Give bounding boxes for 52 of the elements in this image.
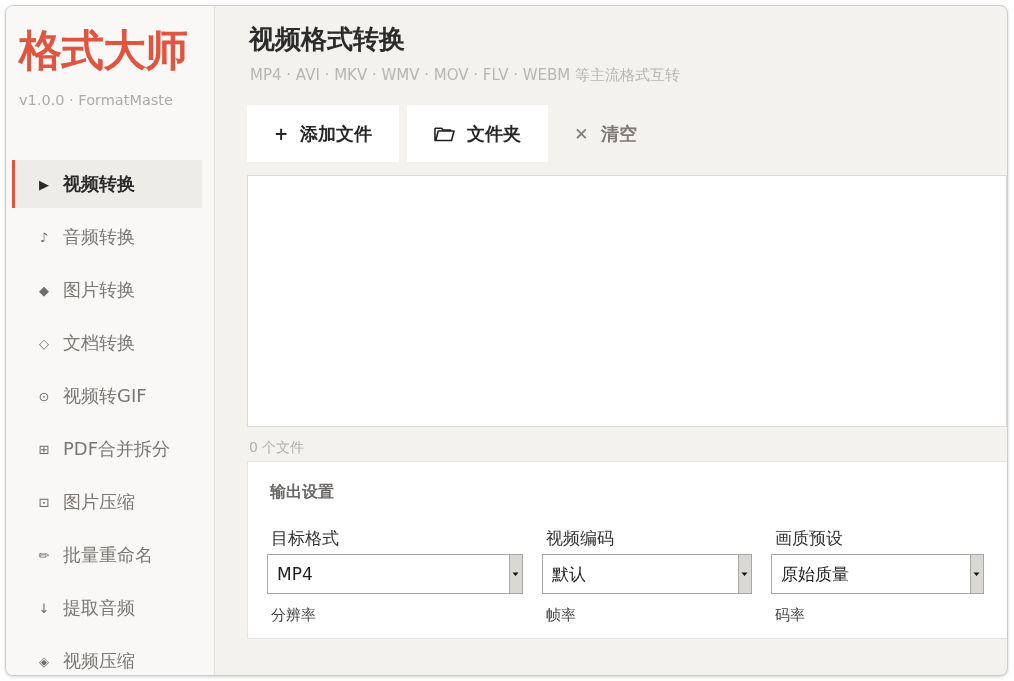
sidebar-item-label: 批量重命名 bbox=[63, 543, 153, 567]
sidebar-item[interactable]: ⊡ 图片压缩 bbox=[12, 478, 202, 526]
sidebar-item-label: 视频压缩 bbox=[63, 649, 135, 673]
sidebar-item[interactable]: ↓ 提取音频 bbox=[12, 584, 202, 632]
sidebar-item-label: PDF合并拆分 bbox=[63, 437, 171, 461]
field-label: 帧率 bbox=[546, 606, 577, 624]
file-count: 0 个文件 bbox=[249, 438, 306, 457]
sidebar-item-label: 图片转换 bbox=[63, 278, 135, 302]
sidebar-item-label: 音频转换 bbox=[63, 225, 135, 249]
nav-icon: ♪ bbox=[37, 229, 51, 245]
sidebar-item[interactable]: ⊙ 视频转GIF bbox=[12, 372, 202, 420]
folder-button[interactable]: 文件夹 bbox=[407, 105, 549, 162]
dropdown-select[interactable]: 默认 bbox=[542, 554, 752, 594]
panel-title: 输出设置 bbox=[270, 482, 335, 503]
page-subtitle: MP4 · AVI · MKV · WMV · MOV · FLV · WEBM 等主流格式互转 bbox=[250, 66, 682, 85]
nav-icon: ◈ bbox=[37, 653, 51, 669]
nav-icon: ⊙ bbox=[37, 388, 51, 404]
field-label: 目标格式 bbox=[271, 528, 340, 548]
field-label: 码率 bbox=[775, 606, 806, 624]
dropdown-select[interactable]: MP4 bbox=[267, 554, 523, 594]
nav-icon: ⊞ bbox=[37, 441, 51, 457]
sidebar-item-label: 提取音频 bbox=[63, 596, 135, 620]
sidebar-item-label: 文档转换 bbox=[63, 331, 135, 355]
sidebar-item-label: 视频转GIF bbox=[63, 384, 147, 408]
sidebar-item-label: 视频转换 bbox=[63, 172, 135, 196]
nav-icon: ✏ bbox=[37, 547, 51, 563]
field-label: 视频编码 bbox=[546, 528, 615, 548]
folder-icon bbox=[434, 125, 456, 142]
sidebar-item[interactable]: ▶ 视频转换 bbox=[12, 160, 202, 208]
sidebar-item[interactable]: ◈ 视频压缩 bbox=[12, 637, 202, 675]
sidebar-item[interactable]: ◇ 文档转换 bbox=[12, 319, 202, 367]
nav-icon: ↓ bbox=[37, 600, 51, 616]
nav-icon: ◆ bbox=[37, 282, 51, 298]
plus-icon: + bbox=[274, 123, 289, 144]
dropdown-select[interactable]: 原始质量 bbox=[771, 554, 984, 594]
sidebar-item[interactable]: ✏ 批量重命名 bbox=[12, 531, 202, 579]
close-icon: ✕ bbox=[574, 123, 589, 144]
version-text: v1.0.0 · FormatMaste bbox=[19, 92, 174, 108]
file-drop-area[interactable] bbox=[247, 175, 1007, 427]
nav-icon: ◇ bbox=[37, 335, 51, 351]
page-title: 视频格式转换 bbox=[249, 23, 406, 56]
sidebar-item[interactable]: ♪ 音频转换 bbox=[12, 213, 202, 261]
sidebar-item-label: 图片压缩 bbox=[63, 490, 135, 514]
add-files-button[interactable]: + 添加文件 bbox=[247, 105, 400, 162]
nav-icon: ⊡ bbox=[37, 494, 51, 510]
field-label: 分辨率 bbox=[271, 606, 317, 624]
app-logo: 格式大师 bbox=[19, 24, 188, 77]
field-label: 画质预设 bbox=[775, 528, 844, 548]
nav-icon: ▶ bbox=[37, 176, 51, 192]
sidebar-item[interactable]: ◆ 图片转换 bbox=[12, 266, 202, 314]
sidebar-item[interactable]: ⊞ PDF合并拆分 bbox=[12, 425, 202, 473]
clear-button[interactable]: ✕ 清空 bbox=[556, 105, 655, 162]
